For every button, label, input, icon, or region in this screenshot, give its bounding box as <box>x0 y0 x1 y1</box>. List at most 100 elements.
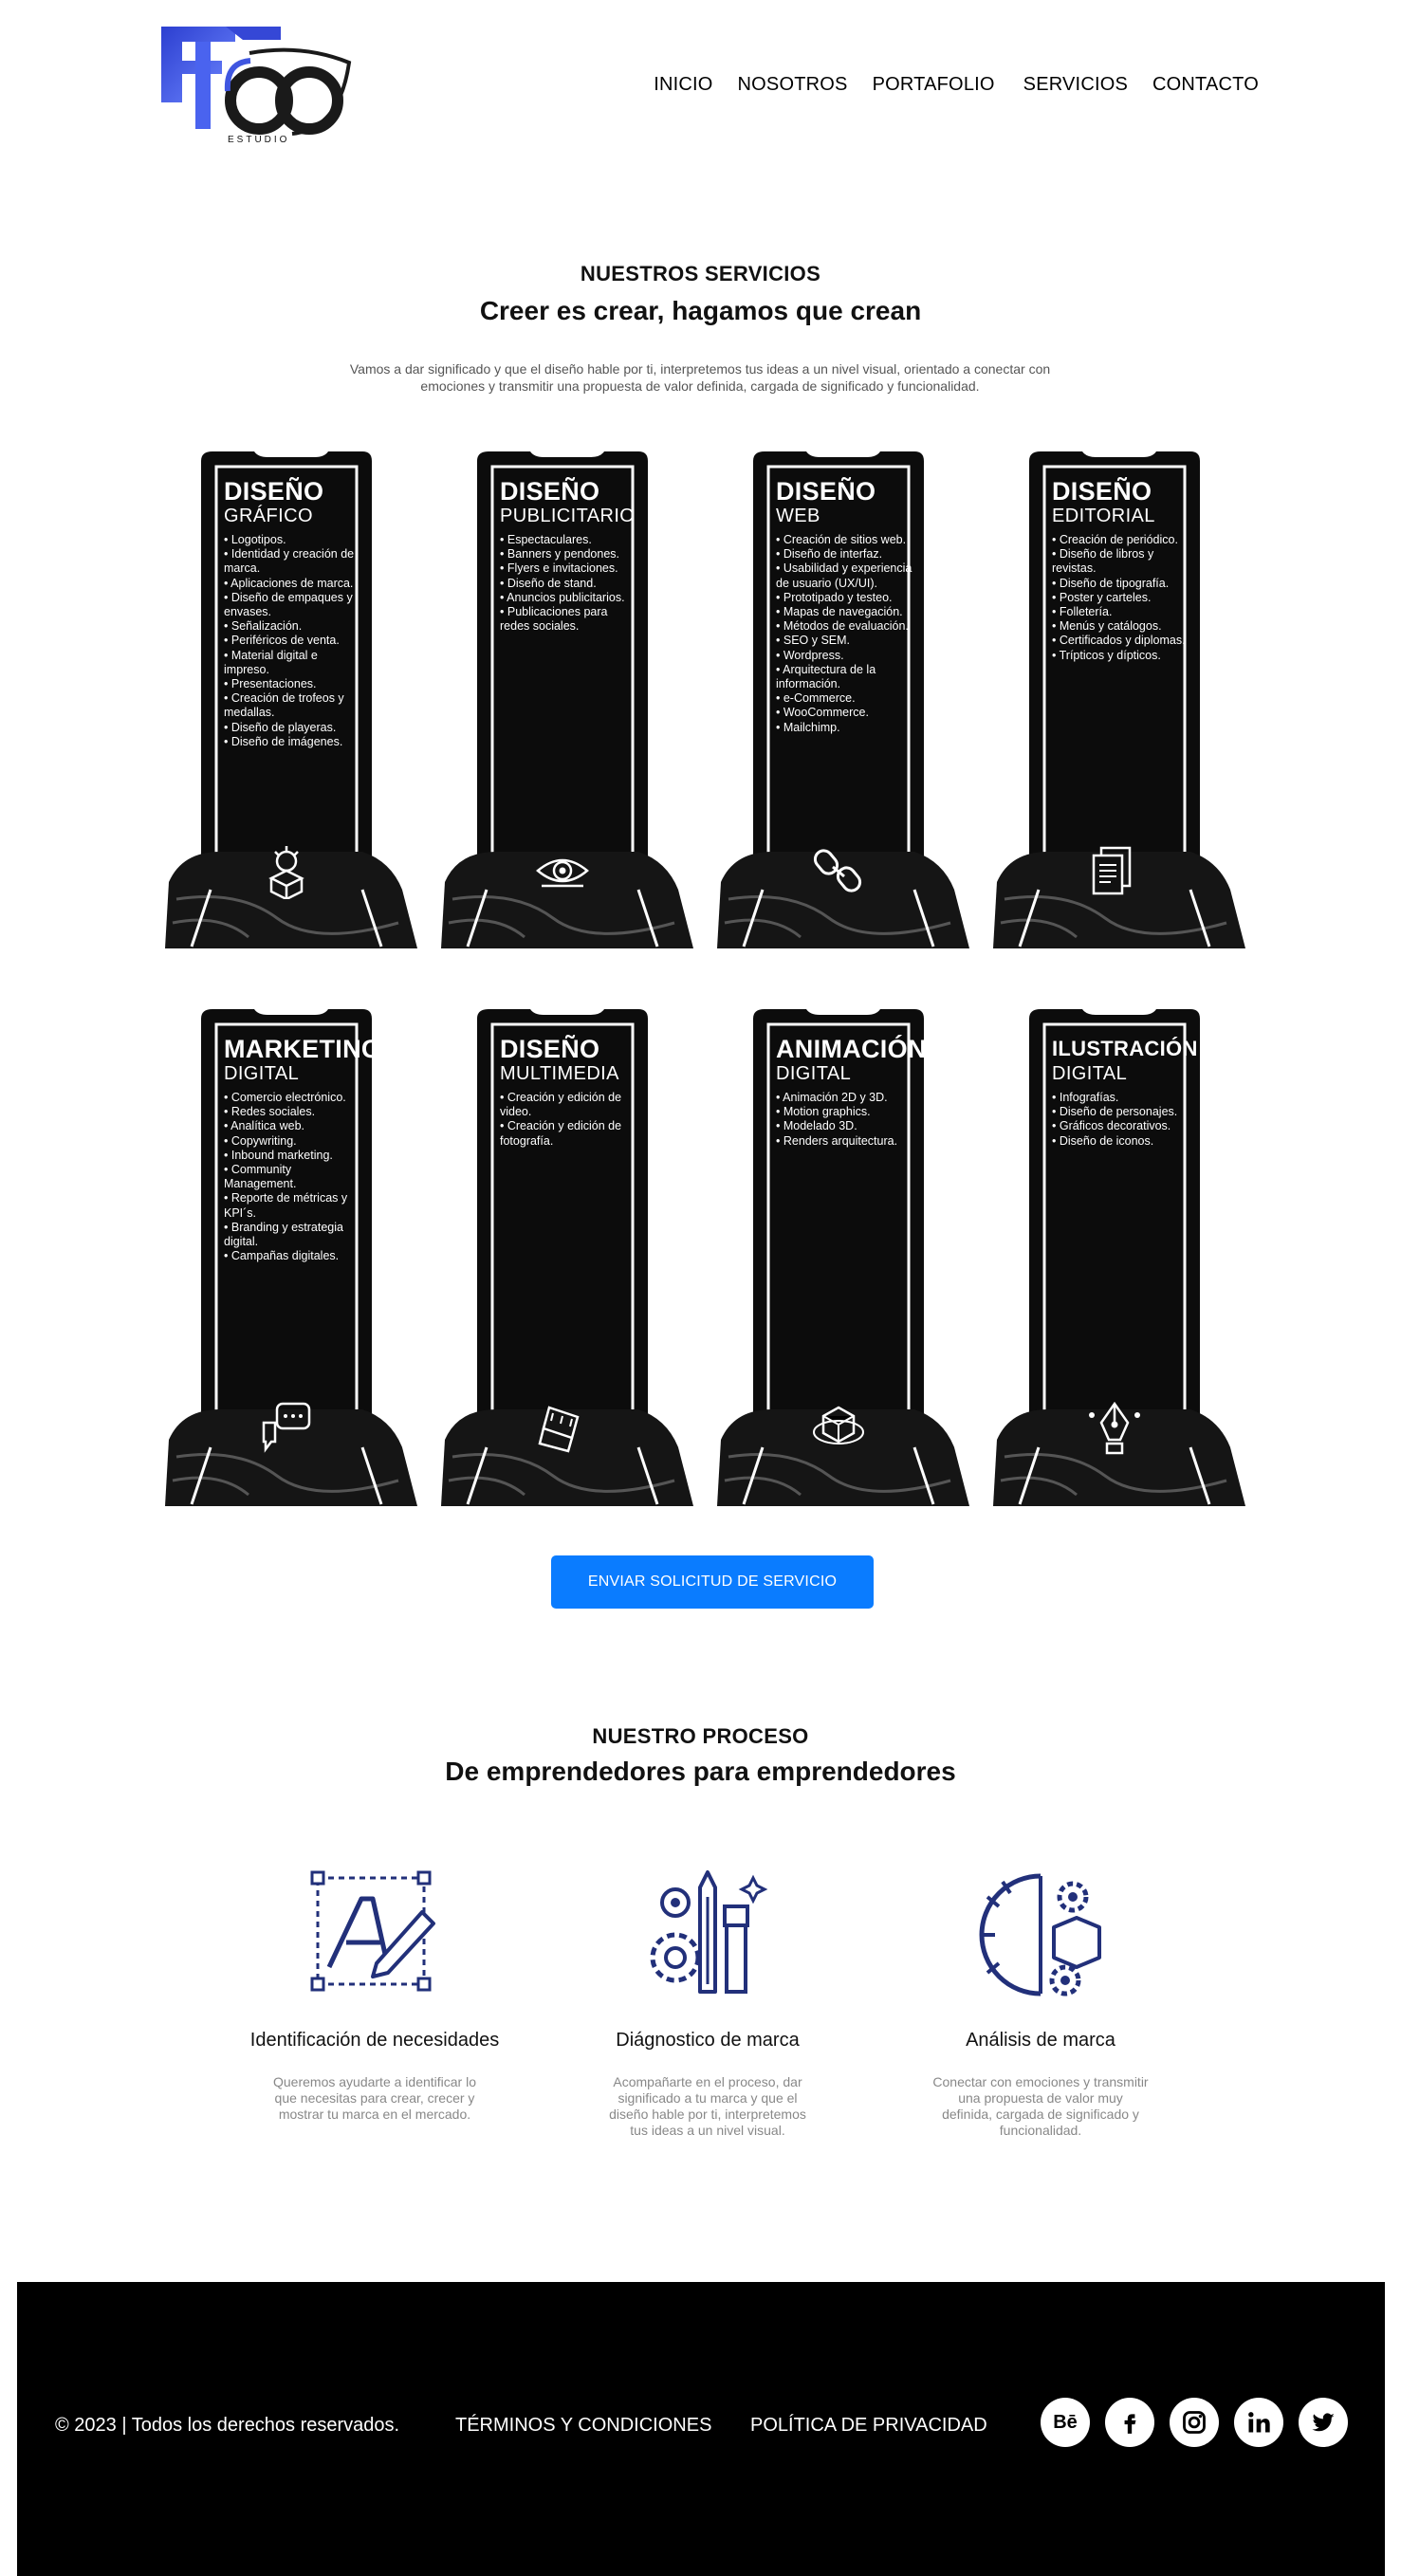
service-card[interactable]: DISEÑOMULTIMEDIA Creación y edición de vi… <box>439 1002 695 1514</box>
logo-mark-icon: ESTUDIO <box>161 27 352 145</box>
service-card-item: Certificados y diplomas. <box>1052 634 1192 648</box>
service-card-item: Señalización. <box>224 619 364 634</box>
service-card-item: Creación de periódico. <box>1052 533 1192 547</box>
service-card[interactable]: DISEÑOEDITORIALCreación de periódico.Dis… <box>991 444 1247 956</box>
service-card-item: SEO y SEM. <box>776 634 916 648</box>
process-step-title: Identificación de necesidades <box>249 2030 500 2051</box>
services-title: Creer es crear, hagamos que crean <box>479 296 922 325</box>
service-card-body: DISEÑOPUBLICITARIO Espectaculares.Banners… <box>500 478 640 634</box>
service-card-item: Mailchimp. <box>776 721 916 735</box>
service-card-item: Wordpress. <box>776 649 916 663</box>
process-step-analysis: Análisis de marca Conectar con emociones… <box>903 1868 1178 2139</box>
service-card-title: ILUSTRACIÓN <box>1052 1037 1198 1060</box>
service-card-item: Diseño de libros y revistas. <box>1052 547 1192 576</box>
service-card-item: Comercio electrónico. <box>224 1091 364 1105</box>
process-title: De emprendedores para emprendedores <box>445 1757 956 1786</box>
service-card-item: Creación y edición de video. <box>500 1091 640 1119</box>
service-card-item: Banners y pendones. <box>500 547 640 561</box>
services-description: Vamos a dar significado y que el diseño … <box>349 361 1051 394</box>
nav-nosotros[interactable]: NOSOTROS <box>738 74 848 96</box>
service-card-item: Diseño de empaques y envases. <box>224 591 364 619</box>
service-card[interactable]: DISEÑOPUBLICITARIO Espectaculares.Banners… <box>439 444 695 956</box>
service-card-item: Campañas digitales. <box>224 1249 364 1263</box>
service-card-body: ANIMACIÓNDIGITAL Animación 2D y 3D.Motion… <box>776 1035 927 1149</box>
service-card-title: DISEÑO <box>224 477 324 506</box>
service-card-item: Publicaciones para redes sociales. <box>500 605 640 634</box>
process-step-text: Acompañarte en el proceso, dar significa… <box>609 2074 806 2138</box>
nav-inicio[interactable]: INICIO <box>654 74 712 96</box>
process-eyebrow: NUESTRO PROCESO <box>592 1724 809 1748</box>
send-request-button[interactable]: ENVIAR SOLICITUD DE SERVICIO <box>551 1555 874 1609</box>
twitter-icon[interactable] <box>1299 2398 1348 2447</box>
service-card-body: DISEÑOMULTIMEDIA Creación y edición de vi… <box>500 1036 640 1149</box>
process-step-text: Queremos ayudarte a identificar lo que n… <box>273 2074 476 2122</box>
service-card-item: WooCommerce. <box>776 706 916 720</box>
service-card-item: Community Management. <box>224 1163 364 1191</box>
service-card-item: e-Commerce. <box>776 691 916 706</box>
service-card-item: Analítica web. <box>224 1119 364 1133</box>
service-card-item: Gráficos decorativos. <box>1052 1119 1192 1133</box>
nav-contacto[interactable]: CONTACTO <box>1152 74 1259 96</box>
logo-text: ESTUDIO <box>228 135 289 145</box>
linkedin-icon[interactable] <box>1234 2398 1283 2447</box>
logo[interactable]: ESTUDIO <box>159 25 363 148</box>
service-card-item: Inbound marketing. <box>224 1149 364 1163</box>
privacy-link[interactable]: POLÍTICA DE PRIVACIDAD <box>750 2415 987 2437</box>
services-eyebrow: NUESTROS SERVICIOS <box>580 262 821 285</box>
service-card-title: DISEÑO <box>776 477 876 506</box>
service-card-item: Infografías. <box>1052 1091 1192 1105</box>
service-card-item: Diseño de playeras. <box>224 721 364 735</box>
service-card-item: Espectaculares. <box>500 533 640 547</box>
service-card-title: ANIMACIÓN <box>776 1035 927 1063</box>
service-card-body: ILUSTRACIÓNDIGITALInfografías.Diseño de … <box>1052 1036 1198 1149</box>
service-card-item: Creación de sitios web. <box>776 533 916 547</box>
behance-label: Bē <box>1053 2411 1078 2433</box>
service-card-item: Métodos de evaluación. <box>776 619 916 634</box>
service-card-item: Creación y edición de fotografía. <box>500 1119 640 1148</box>
behance-icon[interactable]: Bē <box>1041 2398 1090 2447</box>
service-card-item: Usabilidad y experiencia de usuario (UX/… <box>776 561 916 590</box>
film-strip-icon <box>538 1406 580 1453</box>
service-card-list: Logotipos.Identidad y creación de marca.… <box>224 533 364 749</box>
service-card-item: Branding y estrategia digital. <box>224 1221 364 1249</box>
service-card-subtitle: DIGITAL <box>224 1063 300 1084</box>
service-card-item: Motion graphics. <box>776 1105 916 1119</box>
service-card-subtitle: DIGITAL <box>776 1063 852 1084</box>
service-card-title: DISEÑO <box>1052 477 1152 506</box>
service-card-body: DISEÑOEDITORIALCreación de periódico.Dis… <box>1052 478 1192 663</box>
process-step-text: Conectar con emociones y transmitir una … <box>932 2074 1149 2138</box>
instagram-icon[interactable] <box>1170 2398 1219 2447</box>
service-card-body: MARKETINGDIGITAL Comercio electrónico.Red… <box>224 1035 382 1263</box>
service-card[interactable]: MARKETINGDIGITAL Comercio electrónico.Red… <box>163 1002 419 1514</box>
service-card[interactable]: DISEÑOGRÁFICO Logotipos.Identidad y creac… <box>163 444 419 956</box>
nav-servicios[interactable]: SERVICIOS <box>1023 74 1128 96</box>
service-card[interactable]: ILUSTRACIÓNDIGITALInfografías.Diseño de … <box>991 1002 1247 1514</box>
process-step-title: Análisis de marca <box>966 2030 1115 2051</box>
service-card-item: Reporte de métricas y KPI´s. <box>224 1191 364 1220</box>
service-card-item: Anuncios publicitarios. <box>500 591 640 605</box>
service-card-list: Animación 2D y 3D.Motion graphics.Modela… <box>776 1091 916 1149</box>
typography-design-icon <box>310 1870 435 1992</box>
service-card-item: Copywriting. <box>224 1134 364 1149</box>
pen-nib-icon <box>1089 1401 1140 1455</box>
process-step-title: Diágnostico de marca <box>616 2030 800 2051</box>
service-card-item: Mapas de navegación. <box>776 605 916 619</box>
service-card-title: MARKETING <box>224 1035 382 1063</box>
service-card-list: Creación de sitios web.Diseño de interfa… <box>776 533 916 735</box>
service-card-item: Material digital e impreso. <box>224 649 364 677</box>
3d-cube-icon <box>813 1406 864 1444</box>
service-card-subtitle: MULTIMEDIA <box>500 1063 619 1084</box>
service-card-item: Modelado 3D. <box>776 1119 916 1133</box>
service-card[interactable]: ANIMACIÓNDIGITAL Animación 2D y 3D.Motion… <box>715 1002 971 1514</box>
documents-icon <box>1092 846 1132 895</box>
nav-portafolio[interactable]: PORTAFOLIO <box>873 74 995 96</box>
service-card-item: Diseño de stand. <box>500 577 640 591</box>
service-card[interactable]: DISEÑOWEB Creación de sitios web.Diseño d… <box>715 444 971 956</box>
service-card-item: Renders arquitectura. <box>776 1134 916 1149</box>
service-card-item: Identidad y creación de marca. <box>224 547 364 576</box>
service-card-body: DISEÑOWEB Creación de sitios web.Diseño d… <box>776 478 916 735</box>
service-card-item: Animación 2D y 3D. <box>776 1091 916 1105</box>
terms-link[interactable]: TÉRMINOS Y CONDICIONES <box>455 2415 711 2437</box>
facebook-icon[interactable] <box>1105 2398 1154 2447</box>
service-card-subtitle: WEB <box>776 506 820 526</box>
